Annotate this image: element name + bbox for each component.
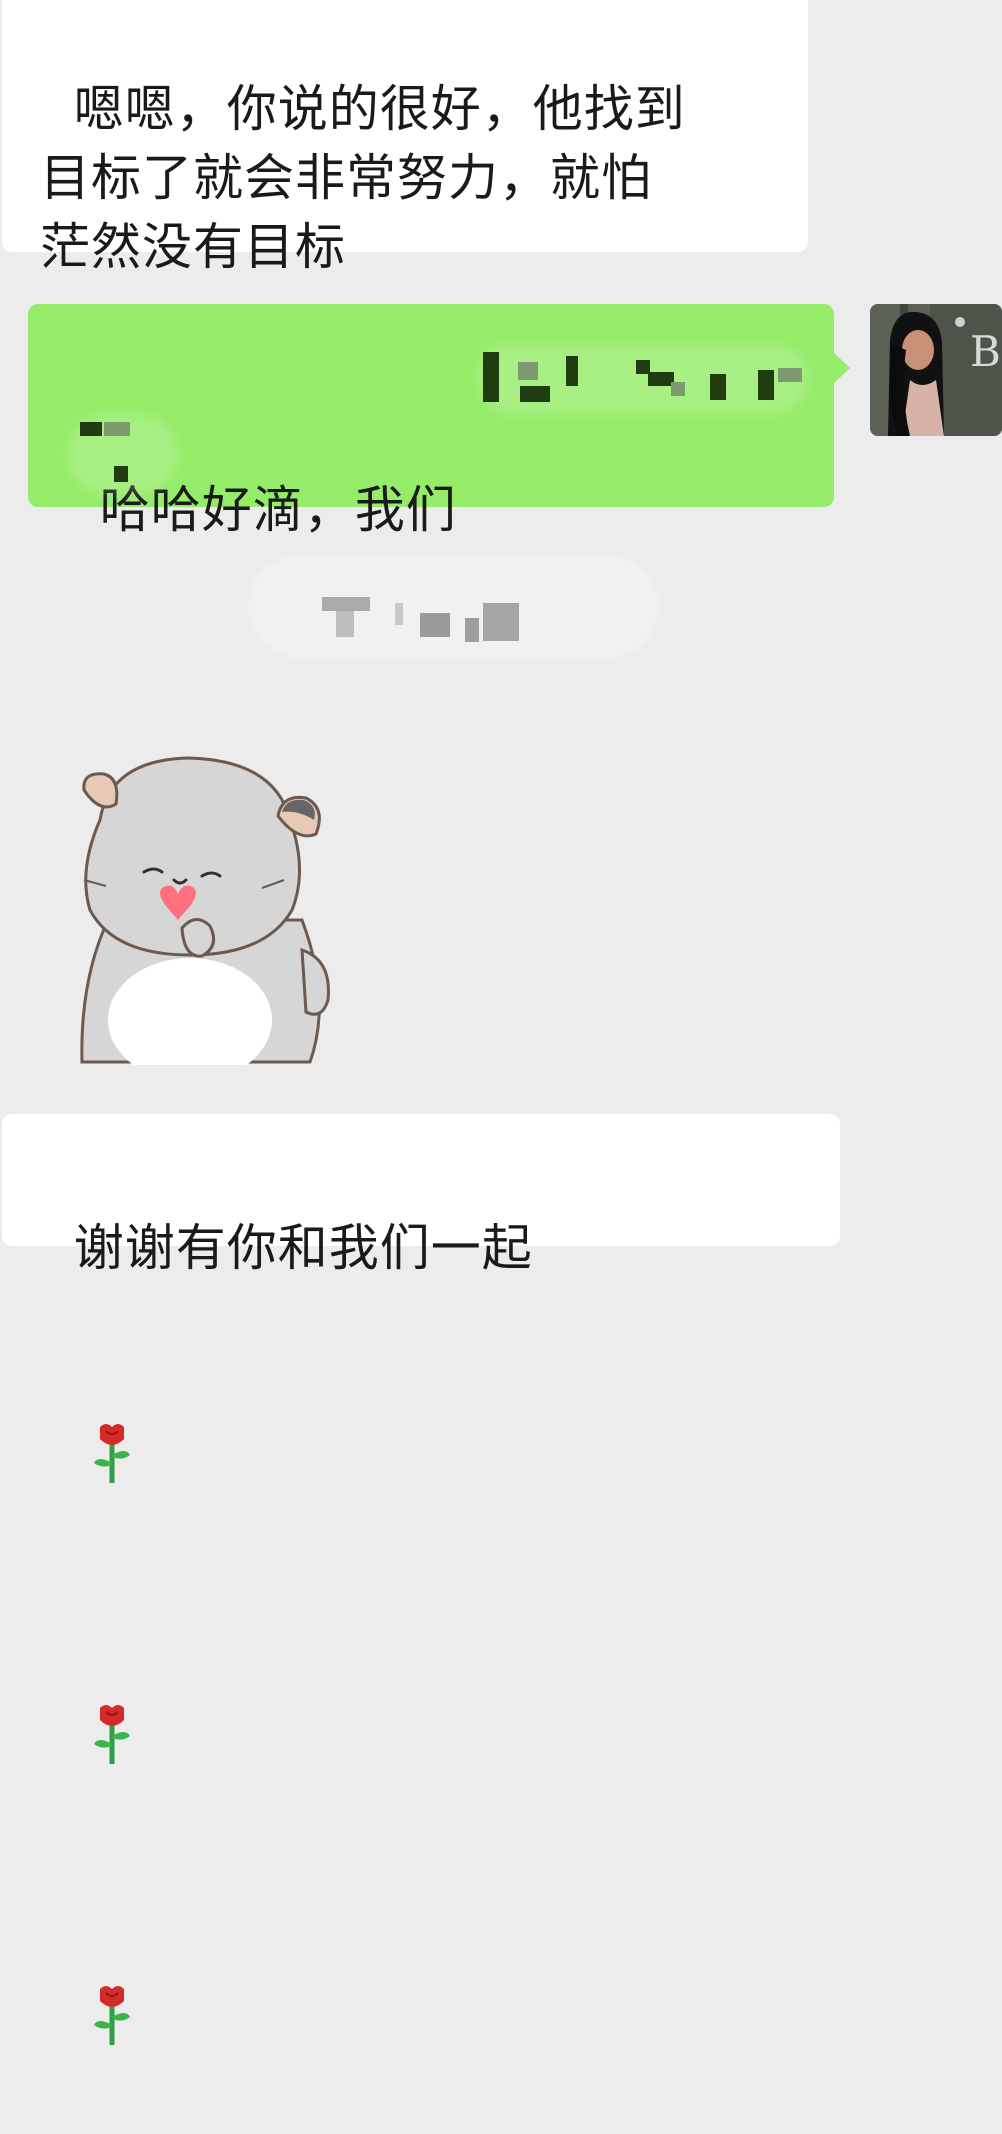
message-text: 嗯嗯，你说的很好，他找到 目标了就会非常努力，就怕 茫然没有目标 — [40, 80, 686, 276]
message-bubble-incoming[interactable]: 嗯嗯，你说的很好，他找到 目标了就会非常努力，就怕 茫然没有目标 — [2, 0, 808, 276]
message-bubble-outgoing[interactable]: 哈哈好滴，我们 — [28, 304, 850, 539]
message-text: 谢谢有你和我们一起 — [73, 1219, 533, 1277]
rose-icon — [84, 1564, 140, 1764]
message-bubble-incoming[interactable]: 谢谢有你和我们一起 — [2, 1114, 840, 2045]
svg-text:B: B — [970, 327, 1001, 376]
system-notice — [248, 555, 658, 658]
bubble-tail — [833, 352, 850, 384]
rose-icon — [84, 1283, 140, 1483]
hamster-sticker-heart-icon[interactable] — [70, 750, 340, 1082]
user-avatar-icon[interactable]: B — [870, 304, 1002, 436]
rose-icon — [84, 1845, 140, 2045]
